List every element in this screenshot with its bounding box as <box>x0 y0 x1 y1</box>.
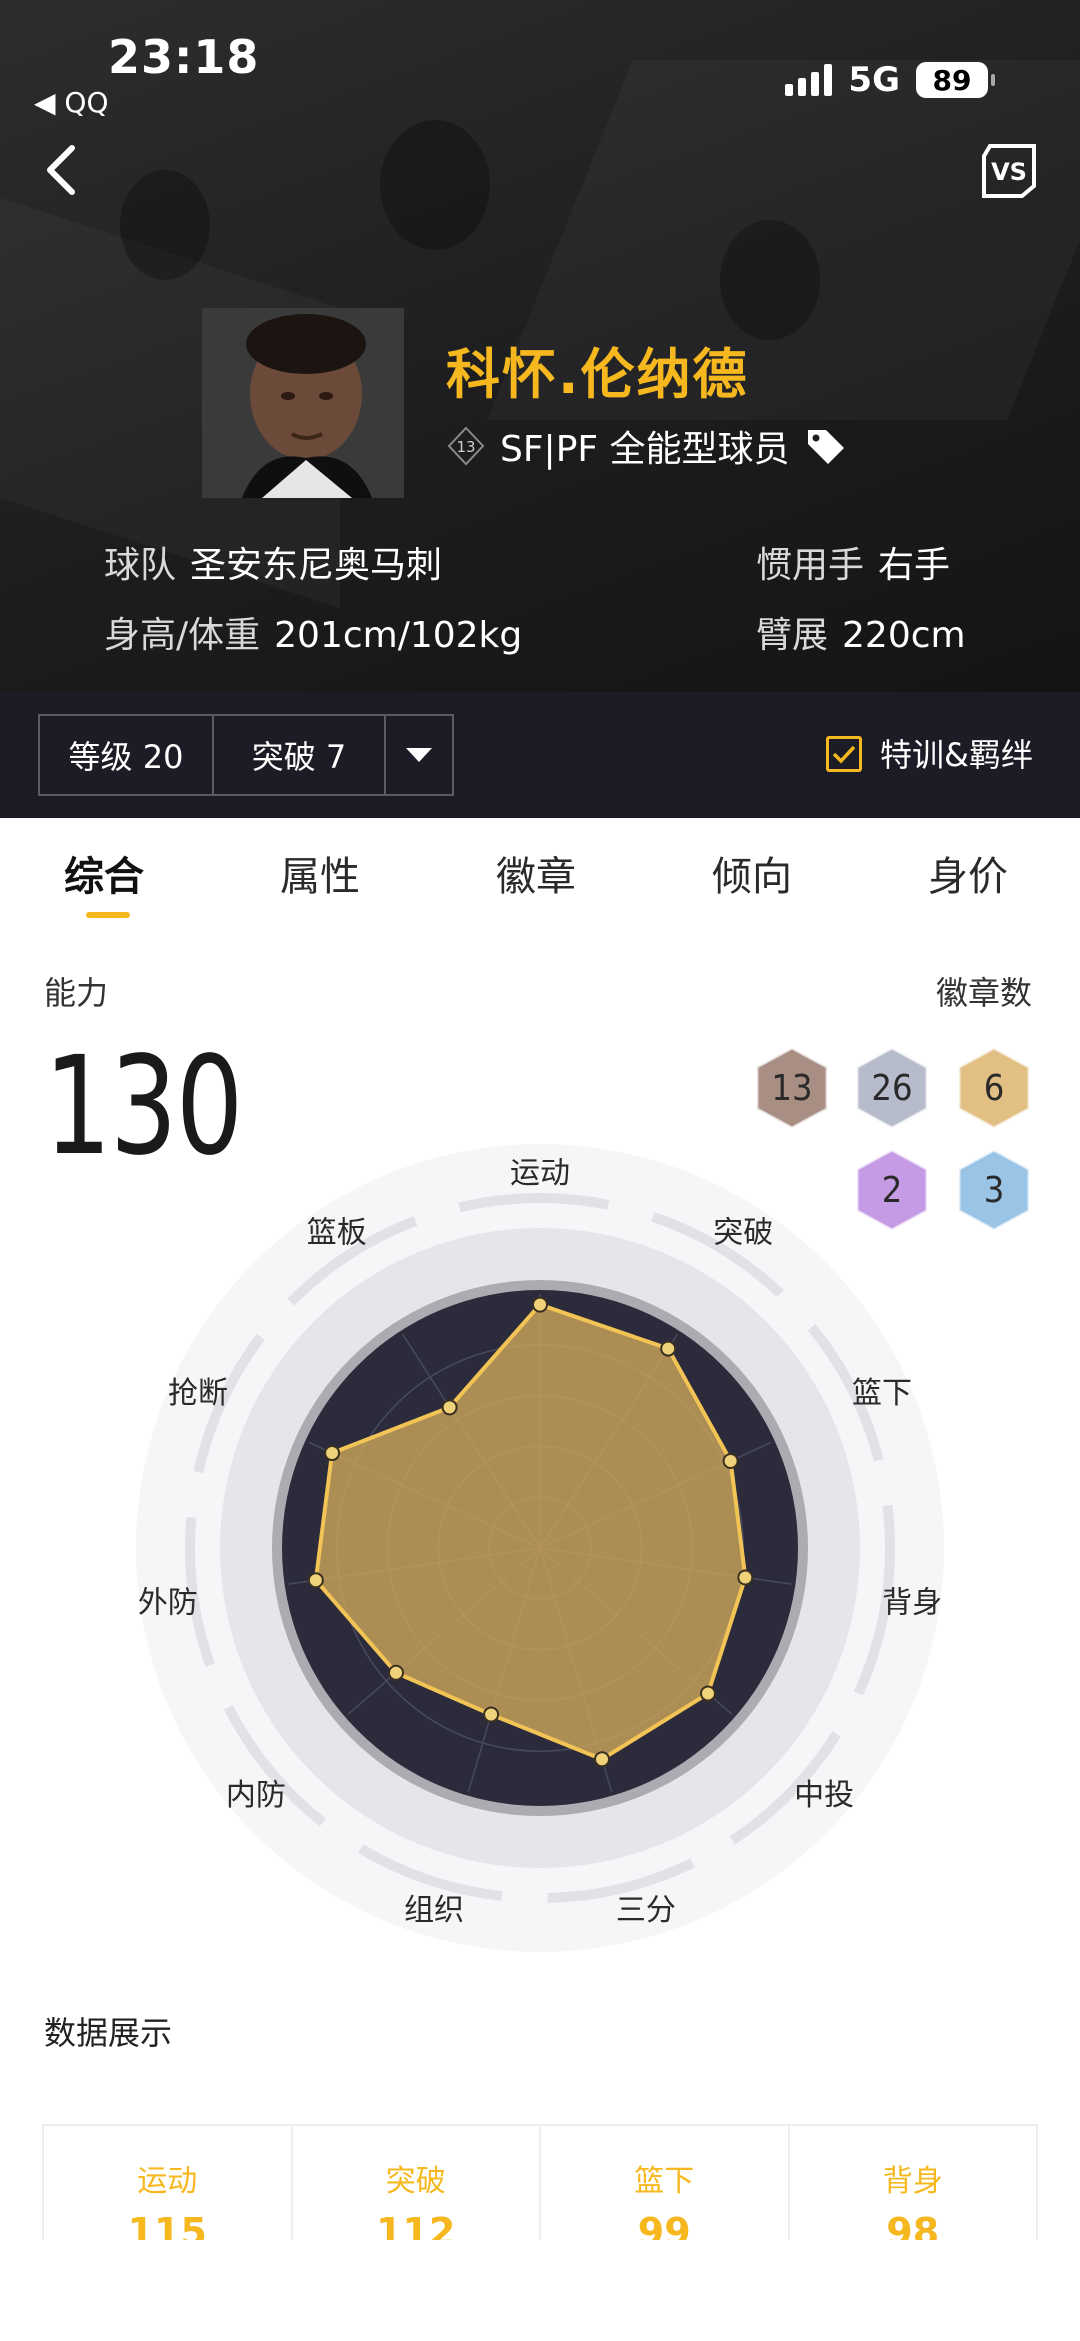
network-type: 5G <box>848 60 900 100</box>
radar-axis-label: 篮板 <box>307 1216 367 1251</box>
radar-point-三分 <box>594 1751 611 1768</box>
data-table: 运动 115 突破 112 篮下 99 背身 98 <box>42 2124 1038 2244</box>
wingspan-label: 臂展 <box>756 615 829 656</box>
jersey-number-icon: 13 <box>447 426 485 466</box>
hand-label: 惯用手 <box>756 545 865 586</box>
breakthrough-selector[interactable]: 突破 7 <box>212 714 386 796</box>
battery-level: 89 <box>932 63 972 97</box>
status-time: 23:18 <box>108 30 260 84</box>
data-cell: 篮下 99 <box>541 2126 790 2244</box>
tab-value[interactable]: 身价 <box>928 844 1008 902</box>
tab-overview[interactable]: 综合 <box>64 844 144 902</box>
radar-axis-label: 内防 <box>226 1778 286 1813</box>
badge-count-2: 6 <box>957 1046 1031 1130</box>
tag-icon[interactable] <box>804 426 848 466</box>
data-label: 运动 <box>137 2164 198 2199</box>
team-label: 球队 <box>104 545 177 586</box>
player-header: 23:18 ◀ QQ 5G 89 VS 科怀.伦纳德 13 SF|PF 全能型球… <box>0 0 1080 692</box>
radar-axis-label: 运动 <box>510 1156 570 1191</box>
signal-icon <box>785 64 833 96</box>
data-cell: 背身 98 <box>790 2126 1037 2244</box>
caret-down-icon <box>406 748 432 762</box>
radar-point-突破 <box>660 1340 677 1357</box>
body-label: 身高/体重 <box>104 615 261 656</box>
svg-text:VS: VS <box>991 158 1027 186</box>
bg-silhouette <box>720 220 820 340</box>
level-bar: 等级 20 突破 7 特训&羁绊 <box>0 692 1080 818</box>
bottom-fade <box>0 2240 1080 2341</box>
body-value: 201cm/102kg <box>274 615 523 656</box>
data-value: 115 <box>127 2210 207 2244</box>
radar-axis-label: 篮下 <box>852 1376 912 1411</box>
jersey-number: 13 <box>456 438 475 456</box>
bg-silhouette <box>380 120 490 250</box>
team-value: 圣安东尼奥马刺 <box>190 545 443 586</box>
data-cell: 突破 112 <box>293 2126 541 2244</box>
data-value: 112 <box>376 2210 456 2244</box>
wingspan-value: 220cm <box>842 615 966 656</box>
data-section-title: 数据展示 <box>44 2014 173 2052</box>
player-name: 科怀.伦纳德 <box>446 343 749 406</box>
bg-silhouette <box>120 170 210 280</box>
radar-point-运动 <box>532 1296 548 1313</box>
tab-tendencies[interactable]: 倾向 <box>712 844 792 902</box>
body-info: 身高/体重 201cm/102kg <box>104 606 522 658</box>
badges-label: 徽章数 <box>935 974 1032 1012</box>
battery-icon: 89 <box>916 62 995 98</box>
player-position: SF|PF 全能型球员 <box>500 429 790 470</box>
radar-point-背身 <box>737 1569 754 1586</box>
level-dropdown-button[interactable] <box>384 714 454 796</box>
badge-count: 6 <box>984 1068 1005 1109</box>
tab-badges[interactable]: 徽章 <box>496 844 576 902</box>
badge-count: 26 <box>871 1068 912 1109</box>
radar-point-外防 <box>307 1572 324 1589</box>
badge-count-0: 13 <box>755 1046 829 1130</box>
tab-bar: 综合 属性 徽章 倾向 身价 <box>0 818 1080 938</box>
badge-count-1: 26 <box>855 1046 929 1130</box>
radar-axis-label: 抢断 <box>168 1376 228 1411</box>
radar-chart: 运动突破篮下背身中投三分 组织 内防 外防 抢断 篮板 <box>136 1144 944 1952</box>
data-value: 99 <box>637 2210 691 2244</box>
radar-point-中投 <box>699 1685 716 1702</box>
data-label: 突破 <box>385 2164 446 2199</box>
level-selector[interactable]: 等级 20 <box>38 714 214 796</box>
data-label: 背身 <box>882 2164 943 2199</box>
radar-point-篮下 <box>722 1452 739 1469</box>
radar-point-组织 <box>483 1706 500 1723</box>
special-training-checkbox[interactable] <box>826 736 862 772</box>
radar-axis-label: 中投 <box>794 1778 854 1813</box>
radar-axis-label: 外防 <box>138 1586 198 1621</box>
ability-label: 能力 <box>44 974 109 1012</box>
team-info: 球队 圣安东尼奥马刺 <box>104 536 442 588</box>
tab-attributes[interactable]: 属性 <box>280 844 360 902</box>
hand-value: 右手 <box>878 545 951 586</box>
badge-count: 3 <box>984 1170 1005 1211</box>
data-value: 98 <box>886 2210 940 2244</box>
chevron-left-icon[interactable] <box>38 140 86 200</box>
player-avatar <box>202 308 404 498</box>
checkmark-icon <box>832 745 856 764</box>
hand-info: 惯用手 右手 <box>756 536 950 588</box>
radar-axis-label: 背身 <box>882 1586 942 1621</box>
tab-active-indicator <box>86 912 130 918</box>
radar-point-内防 <box>388 1664 405 1681</box>
status-right: 5G 89 <box>785 60 995 100</box>
wingspan-info: 臂展 220cm <box>756 606 966 658</box>
badge-count: 13 <box>771 1068 812 1109</box>
player-role-row: 13 SF|PF 全能型球员 <box>446 420 848 472</box>
radar-axis-label: 组织 <box>404 1893 464 1928</box>
radar-point-抢断 <box>324 1445 341 1462</box>
vs-compare-icon[interactable]: VS <box>980 142 1038 200</box>
badge-count-4: 3 <box>957 1148 1031 1232</box>
data-cell: 运动 115 <box>44 2126 293 2244</box>
radar-axis-label: 突破 <box>713 1216 773 1251</box>
status-back-app[interactable]: ◀ QQ <box>34 86 109 119</box>
data-label: 篮下 <box>634 2164 695 2199</box>
special-training-label[interactable]: 特训&羁绊 <box>880 730 1033 776</box>
radar-point-篮板 <box>441 1399 458 1416</box>
radar-axis-label: 三分 <box>616 1893 676 1928</box>
